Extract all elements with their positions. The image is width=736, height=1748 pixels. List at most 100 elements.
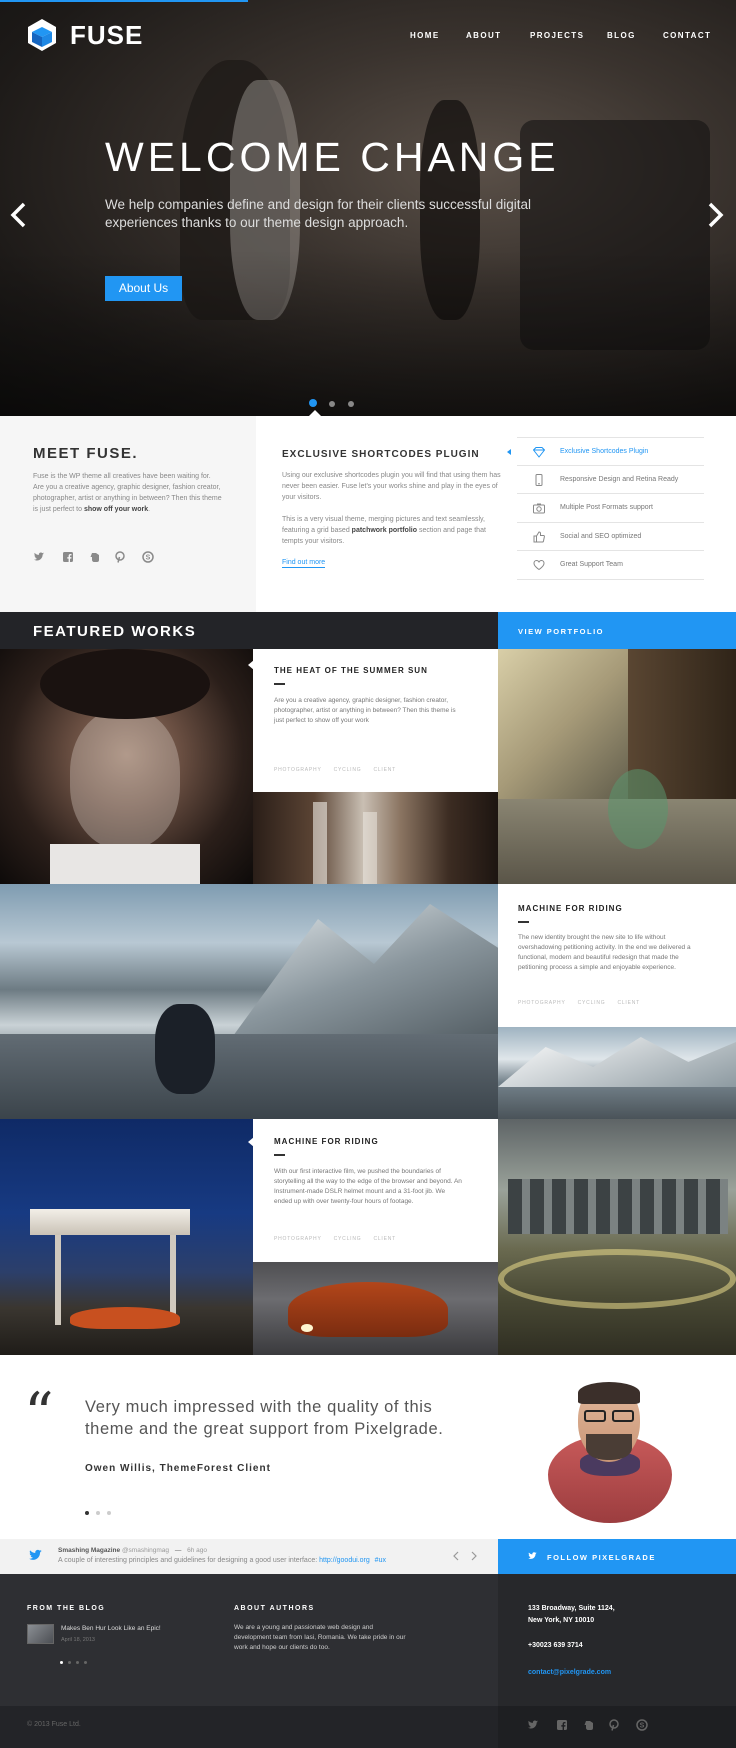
facebook-icon[interactable] [62, 551, 74, 563]
svg-text:S: S [640, 1723, 645, 1730]
tag[interactable]: PHOTOGRAPHY [274, 1236, 322, 1242]
portfolio-image[interactable] [498, 649, 736, 884]
testimonial-dot[interactable] [96, 1511, 100, 1515]
tag[interactable]: CYCLING [578, 1000, 606, 1006]
portfolio-image[interactable] [0, 1119, 253, 1355]
avatar [548, 1380, 672, 1523]
pinterest-icon[interactable] [608, 1719, 620, 1731]
testimonial-quote: Very much impressed with the quality of … [85, 1398, 444, 1438]
blog-post-link[interactable]: Makes Ben Hur Look Like an Epic! [61, 1625, 161, 1632]
about-us-button[interactable]: About Us [105, 276, 182, 301]
blog-heading: FROM THE BLOG [27, 1605, 106, 1612]
work-tags: PHOTOGRAPHY CYCLING CLIENT [518, 1000, 652, 1006]
work-title: THE HEAT OF THE SUMMER SUN [274, 666, 428, 675]
follow-label: FOLLOW PIXELGRADE [547, 1553, 656, 1562]
chevron-right-icon[interactable] [470, 1551, 478, 1561]
chevron-left-icon[interactable] [452, 1551, 460, 1561]
testimonial-dot[interactable] [85, 1511, 89, 1515]
work-title: MACHINE FOR RIDING [274, 1137, 379, 1146]
phone-icon [535, 473, 543, 486]
blog-dot[interactable] [84, 1661, 87, 1664]
slider-dot[interactable] [329, 401, 336, 407]
logo-icon[interactable] [27, 18, 57, 52]
tweet-hashtag[interactable]: #ux [375, 1557, 386, 1564]
camera-icon [533, 503, 545, 514]
heart-icon [533, 560, 545, 571]
portfolio-image[interactable] [0, 649, 253, 884]
twitter-icon[interactable] [27, 1548, 44, 1563]
portfolio-image[interactable] [253, 792, 498, 884]
feature-label: Great Support Team [560, 561, 623, 569]
thumbs-up-icon [533, 531, 545, 543]
view-portfolio-label: VIEW PORTFOLIO [518, 627, 604, 636]
feature-item[interactable]: Responsive Design and Retina Ready [517, 466, 704, 495]
pinterest-icon[interactable] [114, 551, 126, 563]
blog-dot[interactable] [68, 1661, 71, 1664]
feature-item[interactable]: Exclusive Shortcodes Plugin [517, 437, 704, 466]
blog-dot[interactable] [76, 1661, 79, 1664]
logo-text[interactable]: FUSE [70, 20, 143, 51]
evernote-icon[interactable] [583, 1719, 595, 1731]
work-tags: PHOTOGRAPHY CYCLING CLIENT [274, 767, 408, 773]
portfolio-image[interactable] [253, 1262, 498, 1355]
tag[interactable]: PHOTOGRAPHY [274, 767, 322, 773]
work-tags: PHOTOGRAPHY CYCLING CLIENT [274, 1236, 408, 1242]
tweet-account[interactable]: Smashing Magazine [58, 1547, 120, 1554]
evernote-icon[interactable] [89, 551, 101, 563]
accent-bar [0, 0, 248, 2]
tag[interactable]: CLIENT [373, 767, 396, 773]
skype-icon[interactable]: S [142, 551, 154, 563]
footer-contact [498, 1574, 736, 1706]
tag[interactable]: PHOTOGRAPHY [518, 1000, 566, 1006]
twitter-icon[interactable] [33, 551, 45, 563]
feature-list: Exclusive Shortcodes Plugin Responsive D… [517, 437, 704, 580]
tweet-link[interactable]: http://goodui.org [319, 1557, 370, 1564]
feature-item[interactable]: Social and SEO optimized [517, 523, 704, 552]
nav-blog[interactable]: BLOG [607, 31, 636, 40]
feature-item[interactable]: Great Support Team [517, 551, 704, 580]
nav-projects[interactable]: PROJECTS [530, 31, 584, 40]
meet-text: Fuse is the WP theme all creatives have … [33, 473, 222, 513]
blog-dot[interactable] [60, 1661, 63, 1664]
portfolio-image[interactable] [498, 1027, 736, 1119]
tag[interactable]: CYCLING [334, 1236, 362, 1242]
hero-notch [309, 410, 321, 416]
feature-label: Social and SEO optimized [560, 532, 642, 540]
feature-item[interactable]: Multiple Post Formats support [517, 494, 704, 523]
tag[interactable]: CLIENT [617, 1000, 640, 1006]
tag[interactable]: CYCLING [334, 767, 362, 773]
phone: +30023 639 3714 [528, 1642, 583, 1649]
title-rule [274, 1154, 285, 1156]
skype-icon[interactable]: S [636, 1719, 648, 1731]
plugin-title: EXCLUSIVE SHORTCODES PLUGIN [282, 449, 480, 460]
testimonial-dots [85, 1502, 118, 1520]
find-out-more-link[interactable]: Find out more [282, 559, 326, 568]
tag[interactable]: CLIENT [373, 1236, 396, 1242]
testimonial-dot[interactable] [107, 1511, 111, 1515]
email-link[interactable]: contact@pixelgrade.com [528, 1669, 611, 1676]
slider-dot[interactable] [309, 399, 317, 407]
feature-label: Exclusive Shortcodes Plugin [560, 448, 649, 455]
feature-active-marker [507, 449, 511, 455]
tweet-time: 6h ago [187, 1547, 208, 1554]
portfolio-image[interactable] [498, 1119, 736, 1355]
work-text: The new identity brought the new site to… [518, 934, 691, 971]
card-pointer [248, 1137, 254, 1147]
meet-title: MEET FUSE. [33, 445, 139, 462]
feature-label: Multiple Post Formats support [560, 504, 653, 512]
nav-contact[interactable]: CONTACT [663, 31, 711, 40]
twitter-icon[interactable] [527, 1719, 539, 1731]
slider-dot[interactable] [347, 401, 354, 407]
blog-thumbnail[interactable] [27, 1624, 54, 1644]
address-line: New York, NY 10010 [528, 1617, 595, 1624]
portfolio-image[interactable] [0, 884, 498, 1119]
facebook-icon[interactable] [556, 1719, 568, 1731]
tweet-handle: @smashingmag [121, 1547, 169, 1554]
chevron-right-icon[interactable] [704, 200, 726, 230]
about-text: We are a young and passionate web design… [234, 1624, 406, 1651]
nav-about[interactable]: ABOUT [466, 31, 501, 40]
chevron-left-icon[interactable] [8, 200, 30, 230]
hero-photo-shade [0, 250, 736, 416]
blog-dots [60, 1651, 94, 1669]
nav-home[interactable]: HOME [410, 31, 440, 40]
